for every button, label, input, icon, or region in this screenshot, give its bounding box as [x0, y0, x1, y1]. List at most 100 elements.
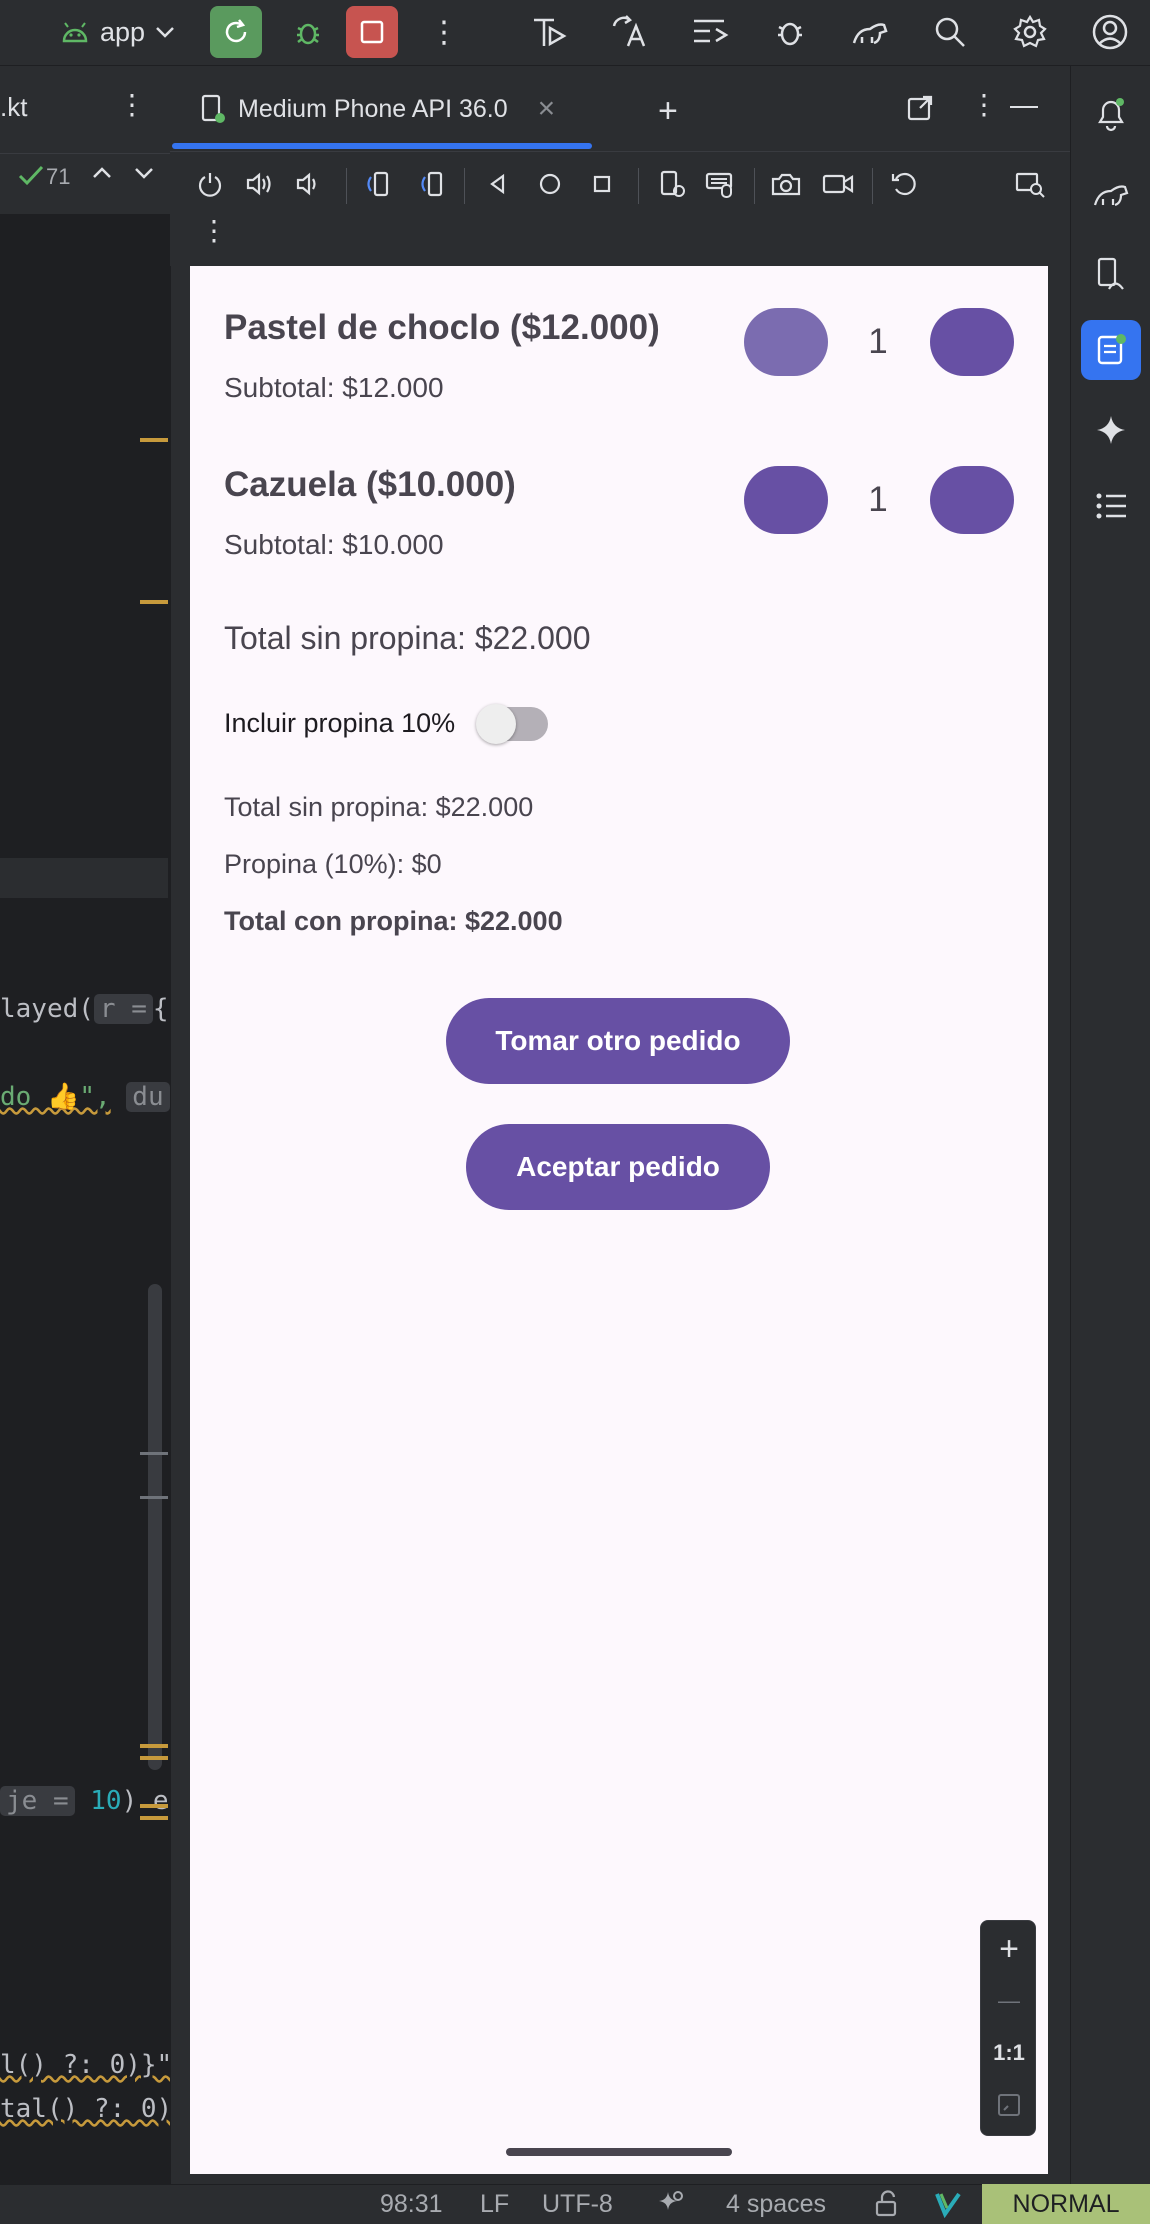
sparkle-icon — [1095, 414, 1127, 446]
run-config-label: app — [100, 16, 146, 47]
sync-button[interactable] — [684, 6, 736, 58]
rerun-button[interactable] — [210, 6, 262, 58]
main-toolbar: app ⋮ — [0, 0, 1150, 66]
account-button[interactable] — [1084, 6, 1136, 58]
vim-mode-indicator[interactable]: NORMAL — [982, 2184, 1150, 2224]
zoom-in-button[interactable]: + — [981, 1923, 1037, 1975]
decrease-quantity-button[interactable] — [744, 466, 828, 534]
keyboard-mouse-icon[interactable] — [700, 164, 740, 204]
gesture-nav-handle[interactable] — [506, 2148, 732, 2156]
warning-marker[interactable] — [140, 1804, 168, 1808]
gemini-tool-button[interactable] — [1081, 164, 1141, 224]
device-tab[interactable]: Medium Phone API 36.0 × — [172, 66, 592, 152]
structure-button[interactable] — [1081, 476, 1141, 536]
decrease-quantity-button[interactable] — [744, 308, 828, 376]
new-order-button[interactable]: Tomar otro pedido — [446, 998, 790, 1084]
active-tab-indicator — [172, 143, 592, 149]
item-quantity: 1 — [868, 322, 888, 361]
scroll-marker — [140, 1452, 168, 1455]
toolbar-separator — [638, 168, 639, 204]
volume-up-icon[interactable] — [240, 164, 280, 204]
warning-marker[interactable] — [140, 1756, 168, 1760]
dino-icon — [1091, 177, 1131, 211]
volume-down-icon[interactable] — [290, 164, 330, 204]
toolbar-separator — [872, 168, 873, 204]
device-settings-icon[interactable] — [652, 164, 692, 204]
minimize-icon[interactable] — [1010, 106, 1038, 108]
video-record-icon[interactable] — [818, 164, 858, 204]
actual-size-button[interactable]: 1:1 — [981, 2027, 1037, 2079]
warning-marker[interactable] — [140, 1816, 168, 1820]
device-toolbar-overflow-button[interactable]: ⋮ — [200, 214, 228, 247]
editor-scrollbar[interactable] — [148, 1284, 162, 1770]
warning-marker[interactable] — [140, 1744, 168, 1748]
close-tab-button[interactable]: × — [538, 92, 556, 126]
code-line: tal() ?: 0) — [0, 2094, 173, 2124]
item-quantity: 1 — [868, 480, 888, 519]
warning-marker[interactable] — [140, 600, 168, 604]
snapshot-restore-icon[interactable] — [884, 164, 924, 204]
layout-inspector-icon[interactable] — [1010, 164, 1050, 204]
running-devices-icon — [1094, 332, 1128, 368]
chevron-up-icon[interactable] — [92, 166, 112, 180]
tip-toggle-label: Incluir propina 10% — [224, 708, 456, 738]
android-icon — [60, 19, 90, 45]
home-icon[interactable] — [530, 164, 570, 204]
panel-options-button[interactable]: ⋮ — [970, 88, 998, 121]
zoom-out-button[interactable]: — — [981, 1975, 1037, 2027]
debug-button[interactable] — [282, 6, 334, 58]
settings-button[interactable] — [1004, 6, 1056, 58]
translate-button[interactable] — [604, 6, 656, 58]
line-ending[interactable]: LF — [480, 2190, 509, 2219]
stop-button[interactable] — [346, 6, 398, 58]
warning-marker[interactable] — [140, 438, 168, 442]
add-device-tab-button[interactable]: + — [658, 92, 678, 131]
notifications-button[interactable] — [1081, 84, 1141, 144]
external-window-icon[interactable] — [906, 94, 934, 122]
run-config-selector[interactable]: app — [60, 6, 175, 58]
back-icon[interactable] — [478, 164, 518, 204]
chevron-down-icon — [155, 25, 175, 39]
translate-icon — [610, 14, 650, 50]
vim-plugin-icon[interactable] — [934, 2190, 962, 2218]
tip-switch-thumb[interactable] — [476, 704, 516, 744]
profiler-button[interactable] — [524, 6, 576, 58]
more-actions-button[interactable]: ⋮ — [418, 6, 470, 58]
device-tab-title: Medium Phone API 36.0 — [238, 94, 508, 123]
power-icon[interactable] — [190, 164, 230, 204]
editor-highlight-row — [0, 858, 168, 898]
indent-setting[interactable]: 4 spaces — [726, 2190, 826, 2219]
attach-debugger-button[interactable] — [764, 6, 816, 58]
stop-icon — [358, 18, 386, 46]
chevron-down-icon[interactable] — [134, 166, 154, 180]
camera-icon[interactable] — [766, 164, 806, 204]
overview-icon[interactable] — [582, 164, 622, 204]
rotate-right-icon[interactable] — [412, 164, 452, 204]
search-button[interactable] — [924, 6, 976, 58]
editor-tab-filename[interactable]: .kt — [0, 92, 27, 123]
fit-screen-icon — [996, 2092, 1022, 2118]
lock-icon[interactable] — [874, 2190, 900, 2218]
increase-quantity-button[interactable] — [930, 466, 1014, 534]
gemini-button[interactable] — [844, 6, 896, 58]
running-devices-button[interactable] — [1081, 320, 1141, 380]
code-line: l() ?: 0)}" — [0, 2050, 173, 2080]
profiler-icon — [530, 14, 570, 50]
increase-quantity-button[interactable] — [930, 308, 1014, 376]
code-line: layed(r ={ — [0, 994, 169, 1024]
rotate-left-icon[interactable] — [358, 164, 398, 204]
device-manager-button[interactable] — [1081, 244, 1141, 304]
code-editor[interactable] — [0, 66, 170, 2184]
device-screen[interactable]: Pastel de choclo ($12.000) Subtotal: $12… — [190, 266, 1048, 2174]
bell-icon — [1094, 96, 1128, 132]
ai-assistant-button[interactable] — [1081, 400, 1141, 460]
bug-outline-icon — [772, 14, 808, 50]
ai-status-icon[interactable] — [656, 2188, 686, 2218]
accept-order-button[interactable]: Aceptar pedido — [466, 1124, 770, 1210]
toolbar-separator — [346, 168, 347, 204]
lines-sync-icon — [690, 15, 730, 49]
cursor-position[interactable]: 98:31 — [380, 2190, 443, 2219]
fit-screen-button[interactable] — [981, 2079, 1037, 2131]
file-encoding[interactable]: UTF-8 — [542, 2190, 613, 2219]
editor-tab-menu-button[interactable]: ⋮ — [118, 88, 146, 121]
